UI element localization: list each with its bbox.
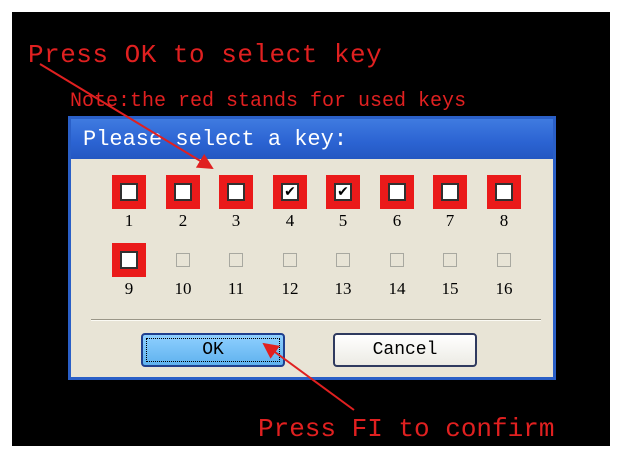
arrow-to-ok-button xyxy=(262,342,355,411)
arrow-to-key-3 xyxy=(39,63,214,170)
annotation-arrows xyxy=(39,63,355,411)
screen-background: Press OK to select key Note:the red stan… xyxy=(12,12,610,446)
